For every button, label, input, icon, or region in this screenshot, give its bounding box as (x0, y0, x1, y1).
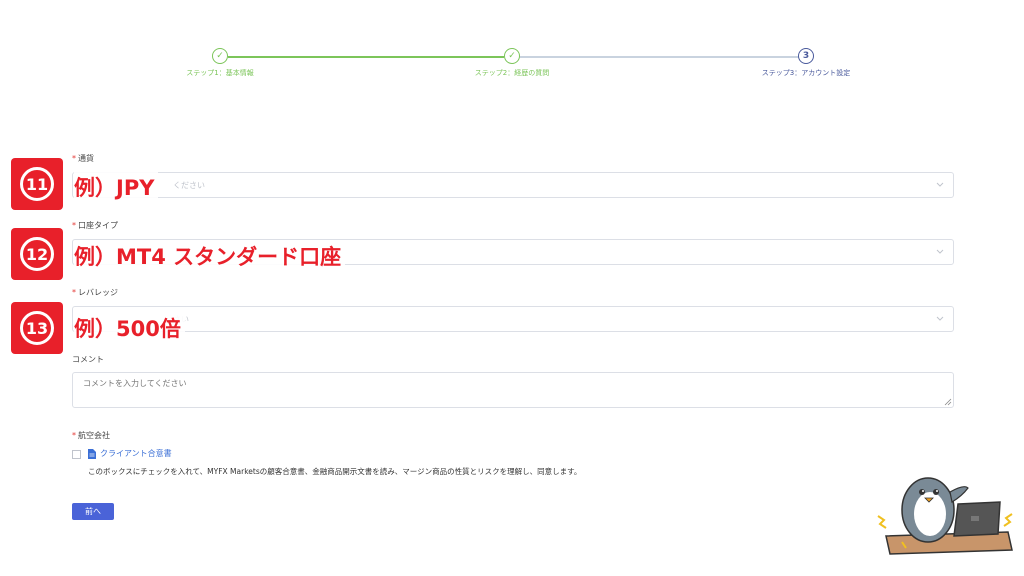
annotation-text-account-type: 例）MT4 スタンダード口座 (74, 241, 346, 271)
badge-number: 13 (20, 311, 54, 345)
document-icon (88, 449, 96, 459)
step-account-settings: 3 ステップ3：アカウント設定 (716, 48, 896, 78)
penguin-mascot-illustration (877, 477, 1013, 555)
check-icon: ✓ (504, 48, 520, 64)
annotation-text-currency: 例）JPY (74, 172, 159, 202)
chevron-down-icon (936, 182, 944, 187)
badge-number: 12 (20, 237, 54, 271)
agreement-checkbox[interactable] (72, 450, 81, 459)
step-basic-info: ✓ ステップ1：基本情報 (130, 48, 310, 78)
chevron-down-icon (936, 316, 944, 321)
resize-grip-icon[interactable] (944, 398, 952, 406)
annotation-badge-11: 11 (11, 158, 63, 210)
leverage-label: * レバレッジ (72, 288, 118, 297)
annotation-badge-12: 12 (11, 228, 63, 280)
step-label: ステップ2：経歴の質問 (474, 69, 550, 77)
comment-textarea[interactable] (72, 372, 954, 408)
step-label: ステップ1：基本情報 (186, 69, 254, 77)
check-icon: ✓ (212, 48, 228, 64)
chevron-down-icon (936, 249, 944, 254)
badge-number: 11 (20, 167, 54, 201)
step-background-questions: ✓ ステップ2：経歴の質問 (422, 48, 602, 78)
annotation-badge-13: 13 (11, 302, 63, 354)
step-label: ステップ3：アカウント設定 (761, 69, 851, 77)
annotation-text-leverage: 例）500倍 (74, 313, 185, 343)
client-agreement-link[interactable]: クライアント合意書 (100, 448, 172, 459)
leverage-select[interactable]: さい (72, 306, 954, 332)
back-button[interactable]: 前へ (72, 503, 114, 520)
currency-label: * 通貨 (72, 154, 94, 163)
account-type-label: * 口座タイプ (72, 221, 118, 230)
progress-stepper: ✓ ステップ1：基本情報 ✓ ステップ2：経歴の質問 3 ステップ3：アカウント… (0, 0, 1024, 90)
currency-placeholder: ください (173, 181, 205, 190)
currency-select[interactable]: ください (72, 172, 954, 198)
step-number: 3 (798, 48, 814, 64)
agreement-section-label: * 航空会社 (72, 431, 110, 440)
comment-label: コメント (72, 355, 104, 364)
consent-text: このボックスにチェックを入れて、MYFX Marketsの顧客合意書、金融商品開… (88, 467, 582, 476)
